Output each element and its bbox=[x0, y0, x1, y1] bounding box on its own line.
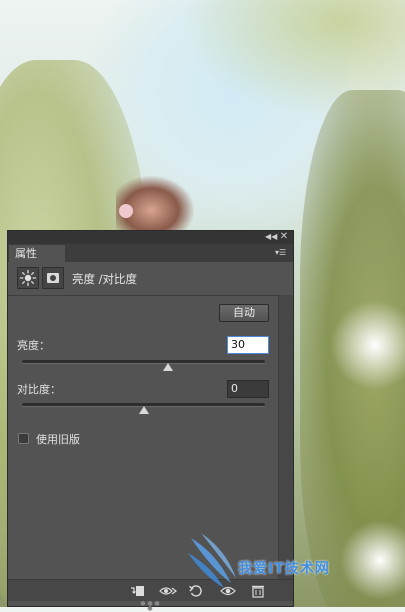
close-icon[interactable]: ✕ bbox=[279, 231, 289, 243]
panel-titlebar[interactable]: ◀◀ ✕ bbox=[8, 231, 293, 244]
brightness-label: 亮度： bbox=[17, 339, 50, 352]
adjustment-title: 亮度 /对比度 bbox=[72, 272, 138, 286]
contrast-input[interactable]: 0 bbox=[227, 380, 269, 398]
contrast-label: 对比度： bbox=[17, 383, 61, 396]
layer-mask-icon[interactable] bbox=[42, 267, 64, 289]
use-legacy-label: 使用旧版 bbox=[36, 433, 80, 446]
tab-properties[interactable]: 属性 bbox=[9, 245, 65, 262]
brightness-input[interactable]: 30 bbox=[227, 336, 269, 354]
panel-menu-icon[interactable]: ▾☰ bbox=[275, 247, 289, 259]
auto-button[interactable]: 自动 bbox=[219, 304, 269, 322]
brightness-slider-thumb[interactable] bbox=[162, 363, 173, 371]
resize-grip[interactable]: ● ● ● ● bbox=[139, 601, 161, 612]
collapse-arrows-icon[interactable]: ◀◀ bbox=[265, 232, 277, 242]
clip-to-layer-icon[interactable] bbox=[130, 584, 146, 598]
tab-row: 属性 ▾☰ bbox=[8, 244, 293, 262]
site-watermark: 我爱IT技术网 bbox=[186, 528, 405, 598]
view-previous-state-icon[interactable] bbox=[158, 584, 178, 598]
watermark-text: 我爱IT技术网 bbox=[238, 561, 330, 577]
adjustment-header: 亮度 /对比度 bbox=[8, 262, 293, 296]
use-legacy-checkbox[interactable] bbox=[18, 433, 29, 444]
contrast-slider-thumb[interactable] bbox=[138, 406, 149, 414]
brightness-slider-track[interactable] bbox=[22, 360, 265, 364]
brightness-contrast-adjustment-icon[interactable] bbox=[17, 267, 39, 289]
